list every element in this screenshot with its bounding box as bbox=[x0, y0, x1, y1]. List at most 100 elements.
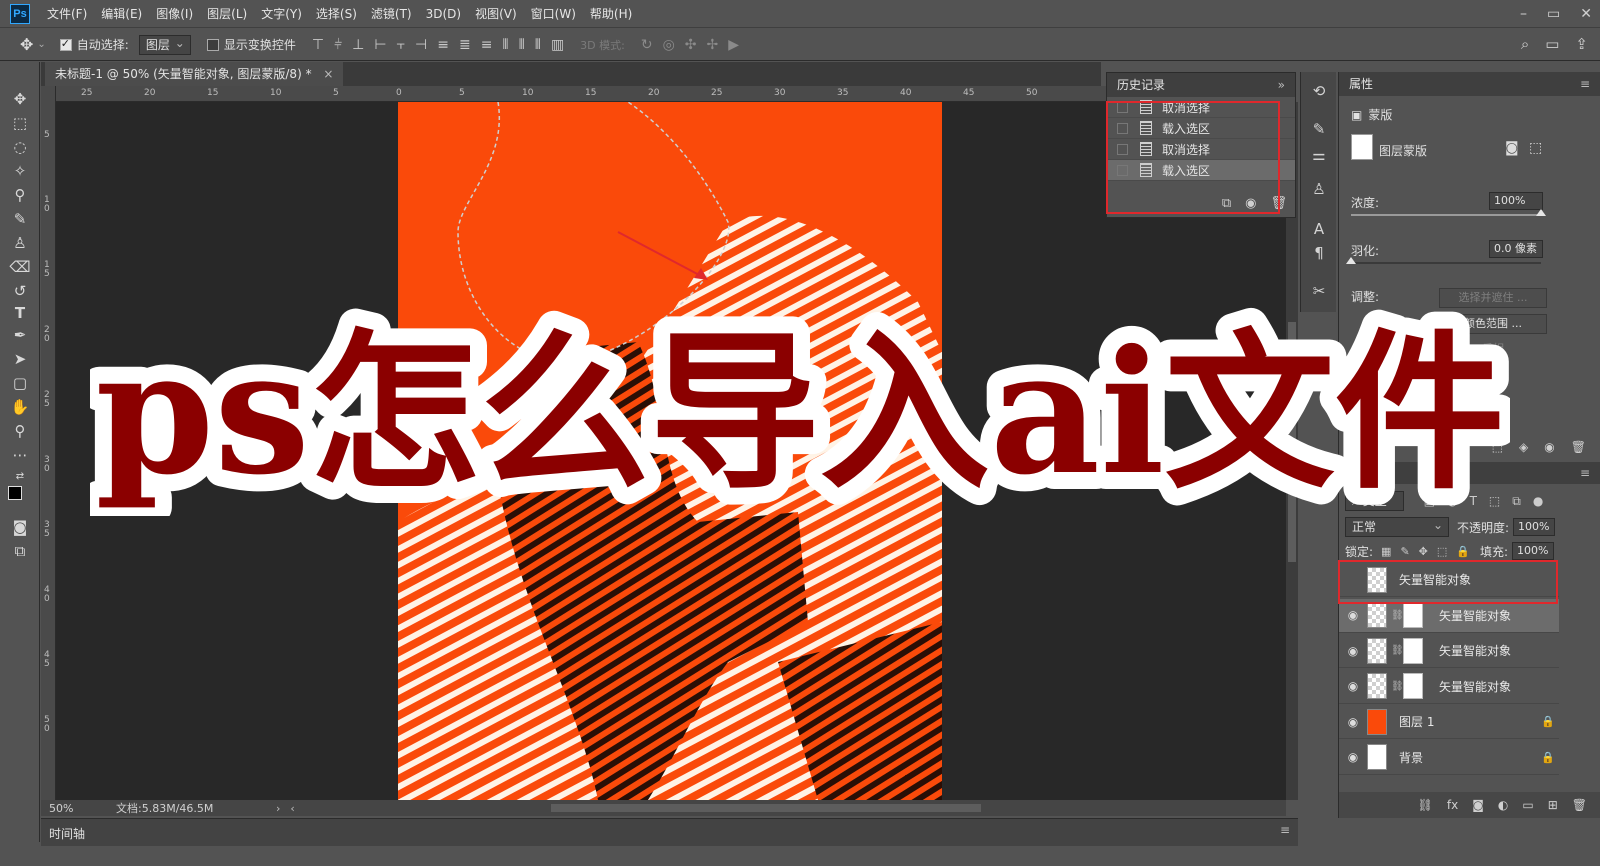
pan-3d-icon[interactable]: ✣ bbox=[685, 37, 697, 53]
paragraph-dock-icon[interactable]: ¶ bbox=[1309, 244, 1329, 264]
timeline-menu-icon[interactable]: ≡ bbox=[1280, 823, 1290, 837]
vertical-scroll-thumb[interactable] bbox=[1288, 322, 1296, 562]
mask-link-icon[interactable]: ⛓ bbox=[1391, 645, 1404, 656]
density-slider[interactable] bbox=[1351, 209, 1546, 216]
fill-field[interactable]: 100% bbox=[1512, 542, 1554, 560]
status-menu-chevron-icon[interactable]: › bbox=[276, 802, 280, 815]
distribute-right-icon[interactable]: ⦀ bbox=[535, 37, 541, 53]
apply-mask-icon[interactable]: ◈ bbox=[1519, 440, 1528, 454]
menu-item-1[interactable]: 编辑(E) bbox=[94, 0, 149, 28]
layer-mask-thumbnail[interactable] bbox=[1403, 637, 1423, 664]
zoom-tool-icon[interactable]: ⚲ bbox=[8, 420, 32, 442]
character-dock-icon[interactable]: A bbox=[1309, 220, 1329, 240]
timeline-panel[interactable]: 时间轴 ≡ bbox=[41, 818, 1298, 846]
scroll-left-icon[interactable]: ‹ bbox=[290, 802, 294, 815]
select-pixel-mask-icon[interactable]: ◙ bbox=[1505, 140, 1519, 156]
layer-style-fx-icon[interactable]: fx bbox=[1447, 798, 1458, 812]
history-brush-tool-icon[interactable]: ↺ bbox=[8, 280, 32, 302]
document-tab[interactable]: 未标题-1 @ 50% (矢量智能对象, 图层蒙版/8) * × bbox=[45, 62, 344, 86]
horizontal-scroll-thumb[interactable] bbox=[551, 804, 981, 812]
load-selection-icon[interactable]: ⬚ bbox=[1492, 440, 1503, 454]
align-bottom-icon[interactable]: ⊥ bbox=[352, 37, 364, 53]
foreground-color-swatch[interactable] bbox=[8, 486, 22, 500]
path-selection-tool-icon[interactable]: ➤ bbox=[8, 348, 32, 370]
new-group-folder-icon[interactable]: ▭ bbox=[1522, 798, 1533, 812]
layer-visibility-eye-icon[interactable]: ◉ bbox=[1339, 644, 1367, 658]
history-dock-icon[interactable]: ⟲ bbox=[1309, 82, 1329, 102]
distribute-hcenter-icon[interactable]: ⦀ bbox=[519, 37, 525, 53]
distribute-vcenter-icon[interactable]: ≣ bbox=[459, 37, 471, 53]
layer-mask-thumbnail[interactable] bbox=[1403, 602, 1423, 628]
menu-item-2[interactable]: 图像(I) bbox=[149, 0, 200, 28]
align-left-icon[interactable]: ⊢ bbox=[374, 37, 386, 53]
distribute-top-icon[interactable]: ≡ bbox=[437, 37, 449, 53]
invert-button[interactable]: 反相 bbox=[1439, 340, 1547, 360]
density-slider-knob[interactable] bbox=[1536, 209, 1546, 216]
menu-item-10[interactable]: 帮助(H) bbox=[583, 0, 639, 28]
layer-row[interactable]: ◉ 图层 1 🔒 bbox=[1339, 705, 1559, 739]
feather-slider-knob[interactable] bbox=[1346, 257, 1356, 264]
canvas-area[interactable] bbox=[56, 102, 1286, 800]
filter-pixel-icon[interactable]: ▣ bbox=[1424, 494, 1435, 509]
align-vcenter-icon[interactable]: ⫩ bbox=[334, 37, 342, 53]
filter-shape-icon[interactable]: ⬚ bbox=[1489, 494, 1500, 509]
lock-position-icon[interactable]: ✥ bbox=[1419, 545, 1428, 558]
workspace-icon[interactable]: ▭ bbox=[1545, 35, 1559, 53]
zoom-level[interactable]: 50% bbox=[41, 802, 86, 815]
menu-item-4[interactable]: 文字(Y) bbox=[254, 0, 309, 28]
layer-row[interactable]: ◉ ⛓ 矢量智能对象 bbox=[1339, 634, 1559, 668]
close-button[interactable]: ✕ bbox=[1580, 6, 1592, 22]
lasso-tool-icon[interactable]: ◌ bbox=[8, 136, 32, 158]
eyedropper-tool-icon[interactable]: ⚲ bbox=[8, 184, 32, 206]
lock-all-icon[interactable]: 🔒 bbox=[1456, 545, 1470, 558]
search-icon[interactable]: ⌕ bbox=[1521, 35, 1529, 53]
lock-transparent-icon[interactable]: ▦ bbox=[1381, 545, 1391, 558]
layer-visibility-eye-icon[interactable]: ◉ bbox=[1339, 608, 1367, 622]
menu-item-6[interactable]: 滤镜(T) bbox=[364, 0, 419, 28]
more-tools-icon[interactable]: ⋯ bbox=[8, 444, 32, 466]
history-panel-title[interactable]: 历史记录 » bbox=[1107, 73, 1295, 97]
auto-align-icon[interactable]: ▥ bbox=[551, 37, 564, 53]
marquee-tool-icon[interactable]: ⬚ bbox=[8, 112, 32, 134]
distribute-bottom-icon[interactable]: ≡ bbox=[481, 37, 493, 53]
menu-item-5[interactable]: 选择(S) bbox=[309, 0, 364, 28]
feather-slider[interactable] bbox=[1346, 257, 1541, 264]
lock-artboard-icon[interactable]: ⬚ bbox=[1437, 545, 1447, 558]
blend-mode-select[interactable]: 正常 bbox=[1345, 516, 1449, 537]
layer-row[interactable]: ◉ ⛓ 矢量智能对象 bbox=[1339, 670, 1559, 704]
screen-mode-icon[interactable]: ⧉ bbox=[8, 540, 32, 562]
align-top-icon[interactable]: ⊤ bbox=[312, 37, 324, 53]
tool-presets-dock-icon[interactable]: ✂ bbox=[1309, 282, 1329, 302]
layer-lock-icon[interactable]: 🔒 bbox=[1541, 751, 1555, 764]
stamp-tool-icon[interactable]: ♙ bbox=[8, 232, 32, 254]
move-tool-icon[interactable]: ✥ bbox=[8, 88, 32, 110]
filter-toggle-icon[interactable]: ● bbox=[1533, 494, 1543, 509]
color-range-button[interactable]: 颜色范围 ... bbox=[1439, 314, 1547, 334]
type-tool-icon[interactable]: T bbox=[8, 302, 32, 324]
scale-3d-icon[interactable]: ▶ bbox=[728, 37, 739, 53]
eraser-tool-icon[interactable]: ⌫ bbox=[8, 256, 32, 278]
history-expand-icon[interactable]: » bbox=[1278, 73, 1285, 97]
layers-panel-title[interactable]: 图层 ≡ bbox=[1339, 462, 1600, 484]
pen-tool-icon[interactable]: ✒ bbox=[8, 324, 32, 346]
align-hcenter-icon[interactable]: ⫟ bbox=[397, 37, 405, 53]
properties-panel-title[interactable]: 属性 ≡ bbox=[1339, 72, 1600, 96]
layer-mask-thumbnail[interactable] bbox=[1403, 673, 1423, 699]
artboard[interactable] bbox=[398, 102, 942, 800]
layer-row[interactable]: ◉ 背景 🔒 bbox=[1339, 741, 1559, 775]
mask-link-icon[interactable]: ⛓ bbox=[1391, 610, 1404, 621]
select-and-mask-button[interactable]: 选择并遮住 ... bbox=[1439, 288, 1547, 308]
lock-pixels-icon[interactable]: ✎ bbox=[1400, 545, 1409, 558]
share-icon[interactable]: ⇪ bbox=[1575, 35, 1588, 53]
brush-settings-dock-icon[interactable]: ✎ bbox=[1309, 120, 1329, 140]
move-tool-icon[interactable]: ✥ bbox=[20, 35, 33, 54]
quick-mask-icon[interactable]: ◙ bbox=[8, 516, 32, 538]
slide-3d-icon[interactable]: ✢ bbox=[707, 37, 719, 53]
filter-smart-object-icon[interactable]: ⧉ bbox=[1512, 494, 1521, 509]
add-mask-icon[interactable]: ◙ bbox=[1472, 798, 1484, 812]
document-tab-close-icon[interactable]: × bbox=[323, 67, 333, 81]
distribute-left-icon[interactable]: ⦀ bbox=[502, 37, 508, 53]
filter-adjustment-icon[interactable]: ◐ bbox=[1447, 494, 1457, 509]
auto-select-target-select[interactable]: 图层 bbox=[138, 34, 191, 55]
align-right-icon[interactable]: ⊣ bbox=[415, 37, 427, 53]
